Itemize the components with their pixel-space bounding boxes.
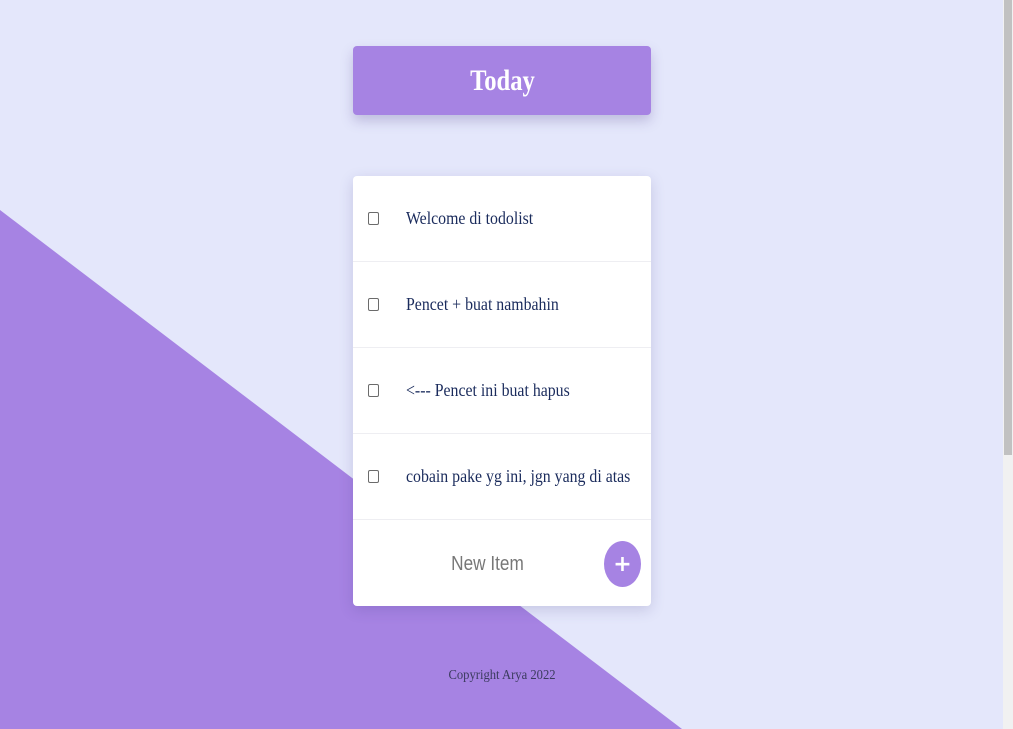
new-item-input[interactable] — [406, 546, 569, 582]
todo-item-label: cobain pake yg ini, jgn yang di atas — [406, 466, 631, 486]
todo-item: cobain pake yg ini, jgn yang di atas — [353, 434, 651, 520]
todo-checkbox[interactable] — [368, 298, 379, 311]
scrollbar-thumb[interactable] — [1004, 0, 1012, 455]
todo-item-label: Pencet + buat nambahin — [406, 294, 559, 314]
todo-item: Welcome di todolist — [353, 176, 651, 262]
todo-checkbox[interactable] — [368, 470, 379, 483]
page-title: Today — [469, 63, 535, 97]
heading-box: Today — [353, 46, 651, 115]
plus-icon: + — [613, 551, 632, 577]
footer-copyright: Copyright Arya 2022 — [448, 668, 556, 683]
page-scrollbar[interactable] — [1003, 0, 1013, 729]
todo-item: Pencet + buat nambahin — [353, 262, 651, 348]
new-item-row: + — [353, 520, 651, 606]
todo-checkbox[interactable] — [368, 384, 379, 397]
todo-item: <--- Pencet ini buat hapus — [353, 348, 651, 434]
todo-item-label: Welcome di todolist — [406, 208, 534, 228]
todo-card: Welcome di todolist Pencet + buat nambah… — [353, 176, 651, 606]
add-item-button[interactable]: + — [604, 541, 641, 587]
todo-item-label: <--- Pencet ini buat hapus — [406, 380, 570, 400]
todo-checkbox[interactable] — [368, 212, 379, 225]
